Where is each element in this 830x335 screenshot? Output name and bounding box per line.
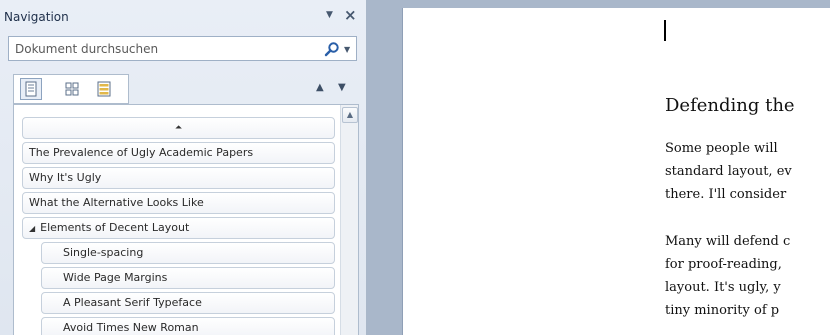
search-box: ▼ — [8, 36, 357, 61]
heading-label: What the Alternative Looks Like — [29, 196, 204, 209]
document-text-line: tiny minority of p — [665, 303, 780, 318]
scroll-up-arrow-icon[interactable]: ▲ — [342, 107, 358, 123]
view-tabs — [13, 74, 129, 104]
document-text-line: Many will defend c — [665, 234, 791, 249]
headings-list: ⏶ The Prevalence of Ugly Academic Papers… — [13, 104, 359, 335]
document-text-line: Some people will — [665, 141, 778, 156]
nav-pane-title: Navigation — [4, 10, 69, 24]
nav-pane-options-chevron-icon[interactable]: ▼ — [326, 10, 333, 20]
heading-label: Elements of Decent Layout — [40, 221, 190, 234]
heading-label: Avoid Times New Roman — [63, 321, 199, 334]
text-cursor — [664, 20, 666, 41]
document-text-line: for proof-reading, — [665, 257, 782, 272]
subheading-item[interactable]: Wide Page Margins — [41, 267, 335, 289]
document-text-line: layout. It's ugly, y — [665, 280, 781, 295]
previous-heading-arrow-icon[interactable]: ▲ — [316, 82, 324, 93]
subheading-item[interactable]: Single-spacing — [41, 242, 335, 264]
subheading-item[interactable]: Avoid Times New Roman — [41, 317, 335, 335]
document-text-line: there. I'll consider — [665, 187, 787, 202]
document-text-line: standard layout, ev — [665, 164, 792, 179]
close-icon[interactable]: × — [344, 6, 357, 24]
vertical-scrollbar[interactable]: ▲ — [340, 105, 358, 335]
heading-item[interactable]: What the Alternative Looks Like — [22, 192, 335, 214]
results-view-icon[interactable] — [92, 78, 114, 100]
heading-item[interactable]: The Prevalence of Ugly Academic Papers — [22, 142, 335, 164]
navigation-pane: Navigation ▼ × ▼ — [0, 0, 367, 335]
heading-label: The Prevalence of Ugly Academic Papers — [29, 146, 254, 159]
collapse-all-button[interactable]: ⏶ — [22, 117, 335, 139]
pages-view-icon[interactable] — [60, 78, 82, 100]
next-heading-arrow-icon[interactable]: ▼ — [338, 82, 346, 93]
heading-label: Single-spacing — [63, 246, 144, 259]
collapse-up-icon: ⏶ — [174, 123, 183, 133]
search-options-chevron-icon[interactable]: ▼ — [344, 45, 350, 54]
heading-item[interactable]: Why It's Ugly — [22, 167, 335, 189]
subheading-item[interactable]: A Pleasant Serif Typeface — [41, 292, 335, 314]
document-page[interactable]: Defending the Some people will standard … — [402, 8, 830, 335]
heading-label: Why It's Ugly — [29, 171, 102, 184]
heading-label: A Pleasant Serif Typeface — [63, 296, 202, 309]
heading-label: Wide Page Margins — [63, 271, 168, 284]
heading-item-expanded[interactable]: ◢ Elements of Decent Layout — [22, 217, 335, 239]
document-area: Defending the Some people will standard … — [367, 0, 830, 335]
search-icon[interactable] — [324, 41, 340, 57]
headings-view-icon[interactable] — [20, 78, 42, 100]
search-input[interactable] — [9, 37, 309, 60]
expanded-triangle-icon[interactable]: ◢ — [29, 219, 35, 238]
document-heading: Defending the — [665, 95, 795, 116]
